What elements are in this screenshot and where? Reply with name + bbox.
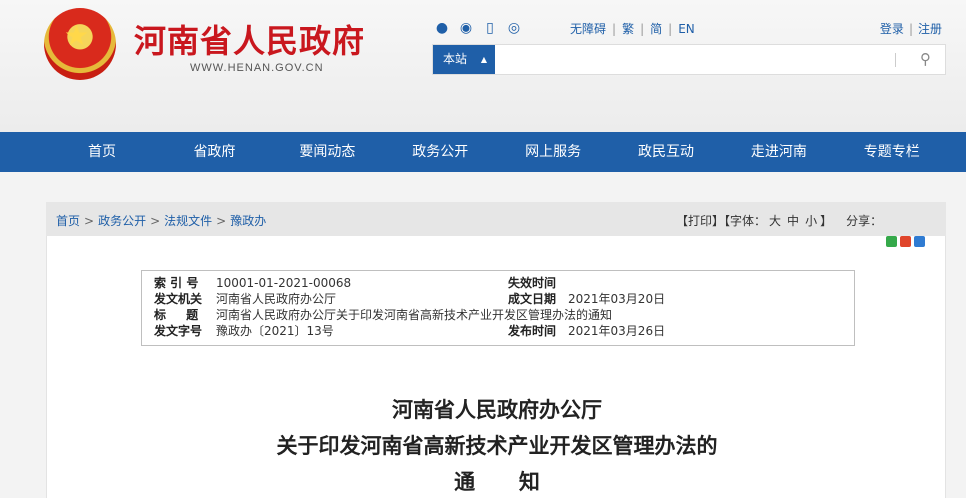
nav-home[interactable]: 首页 <box>46 132 158 172</box>
issuing-authority: 河南省人民政府办公厅 <box>216 292 337 306</box>
weibo-icon[interactable]: ◉ <box>458 20 474 36</box>
document-title-line3: 通 知 <box>454 469 540 494</box>
breadcrumb-regulations[interactable]: 法规文件 <box>164 214 212 228</box>
search-bar: 本站 ▲ ⚲ <box>432 44 946 75</box>
font-size-medium[interactable]: 中 <box>787 214 799 228</box>
main-nav: 首页 省政府 要闻动态 政务公开 网上服务 政民互动 走进河南 专题专栏 <box>0 132 966 172</box>
site-url: WWW.HENAN.GOV.CN <box>190 62 324 74</box>
document-title-meta: 河南省人民政府办公厅关于印发河南省高新技术产业开发区管理办法的通知 <box>216 308 613 322</box>
social-icons: ● ◉ ▯ ◎ <box>434 20 522 36</box>
traditional-chinese-link[interactable]: 繁 <box>622 22 634 36</box>
mobile-icon[interactable]: ▯ <box>482 20 498 36</box>
nav-about-henan[interactable]: 走进河南 <box>722 132 835 172</box>
nav-provincial-government[interactable]: 省政府 <box>158 132 271 172</box>
breadcrumb: 首页 > 政务公开 > 法规文件 > 豫政办 <box>56 214 267 228</box>
breadcrumb-yuzhengban[interactable]: 豫政办 <box>230 214 266 228</box>
nav-news[interactable]: 要闻动态 <box>271 132 384 172</box>
divider <box>895 53 896 67</box>
weibo-share-icon[interactable] <box>900 236 911 247</box>
accessibility-link[interactable]: 无障碍 <box>570 22 606 36</box>
accessibility-tools: 无障碍 | 繁 | 简 | EN <box>570 22 695 36</box>
site-title[interactable]: 河南省人民政府 <box>134 16 365 62</box>
created-date: 2021年03月20日 <box>568 292 666 306</box>
updown-chevron-icon: ▲ <box>480 55 487 64</box>
share-icons <box>886 236 925 247</box>
nav-special-topics[interactable]: 专题专栏 <box>835 132 948 172</box>
wechat-share-icon[interactable] <box>886 236 897 247</box>
document-number: 豫政办〔2021〕13号 <box>216 324 334 338</box>
document-title-line1: 河南省人民政府办公厅 <box>392 397 602 422</box>
breadcrumb-government-affairs[interactable]: 政务公开 <box>98 214 146 228</box>
index-number: 10001-01-2021-00068 <box>216 276 352 290</box>
nav-public-interaction[interactable]: 政民互动 <box>610 132 723 172</box>
published-date: 2021年03月26日 <box>568 324 666 338</box>
search-scope-select[interactable]: 本站 ▲ <box>433 45 495 74</box>
star-icon: ★ <box>64 19 90 52</box>
breadcrumb-bar: 首页 > 政务公开 > 法规文件 > 豫政办 【打印】【字体：大中小】分享： <box>46 202 946 236</box>
content-panel: 索 引 号 10001-01-2021-00068 失效时间 发文机关 河南省人… <box>46 236 946 498</box>
account-links: 登录 | 注册 <box>879 22 942 36</box>
nav-online-services[interactable]: 网上服务 <box>497 132 610 172</box>
page-tools: 【打印】【字体：大中小】分享： <box>676 214 883 228</box>
app-icon[interactable]: ◎ <box>506 20 522 36</box>
font-size-small[interactable]: 小 <box>805 214 817 228</box>
breadcrumb-home[interactable]: 首页 <box>56 214 80 228</box>
search-icon[interactable]: ⚲ <box>920 50 931 68</box>
document-title-line2: 关于印发河南省高新技术产业开发区管理办法的 <box>276 433 718 458</box>
font-size-large[interactable]: 大 <box>769 214 781 228</box>
share-label: 分享： <box>846 214 883 228</box>
nav-government-affairs[interactable]: 政务公开 <box>384 132 497 172</box>
site-header: ★ 河南省人民政府 WWW.HENAN.GOV.CN ● ◉ ▯ ◎ 无障碍 | 繁… <box>0 0 966 132</box>
register-link[interactable]: 注册 <box>918 22 942 36</box>
national-emblem-logo[interactable]: ★ <box>44 8 116 80</box>
document-meta-table: 索 引 号 10001-01-2021-00068 失效时间 发文机关 河南省人… <box>141 270 855 346</box>
wechat-icon[interactable]: ● <box>434 20 450 36</box>
print-button[interactable]: 【打印】 <box>676 214 724 228</box>
english-link[interactable]: EN <box>678 22 695 36</box>
login-link[interactable]: 登录 <box>880 22 904 36</box>
simplified-chinese-link[interactable]: 简 <box>650 22 662 36</box>
qq-share-icon[interactable] <box>914 236 925 247</box>
